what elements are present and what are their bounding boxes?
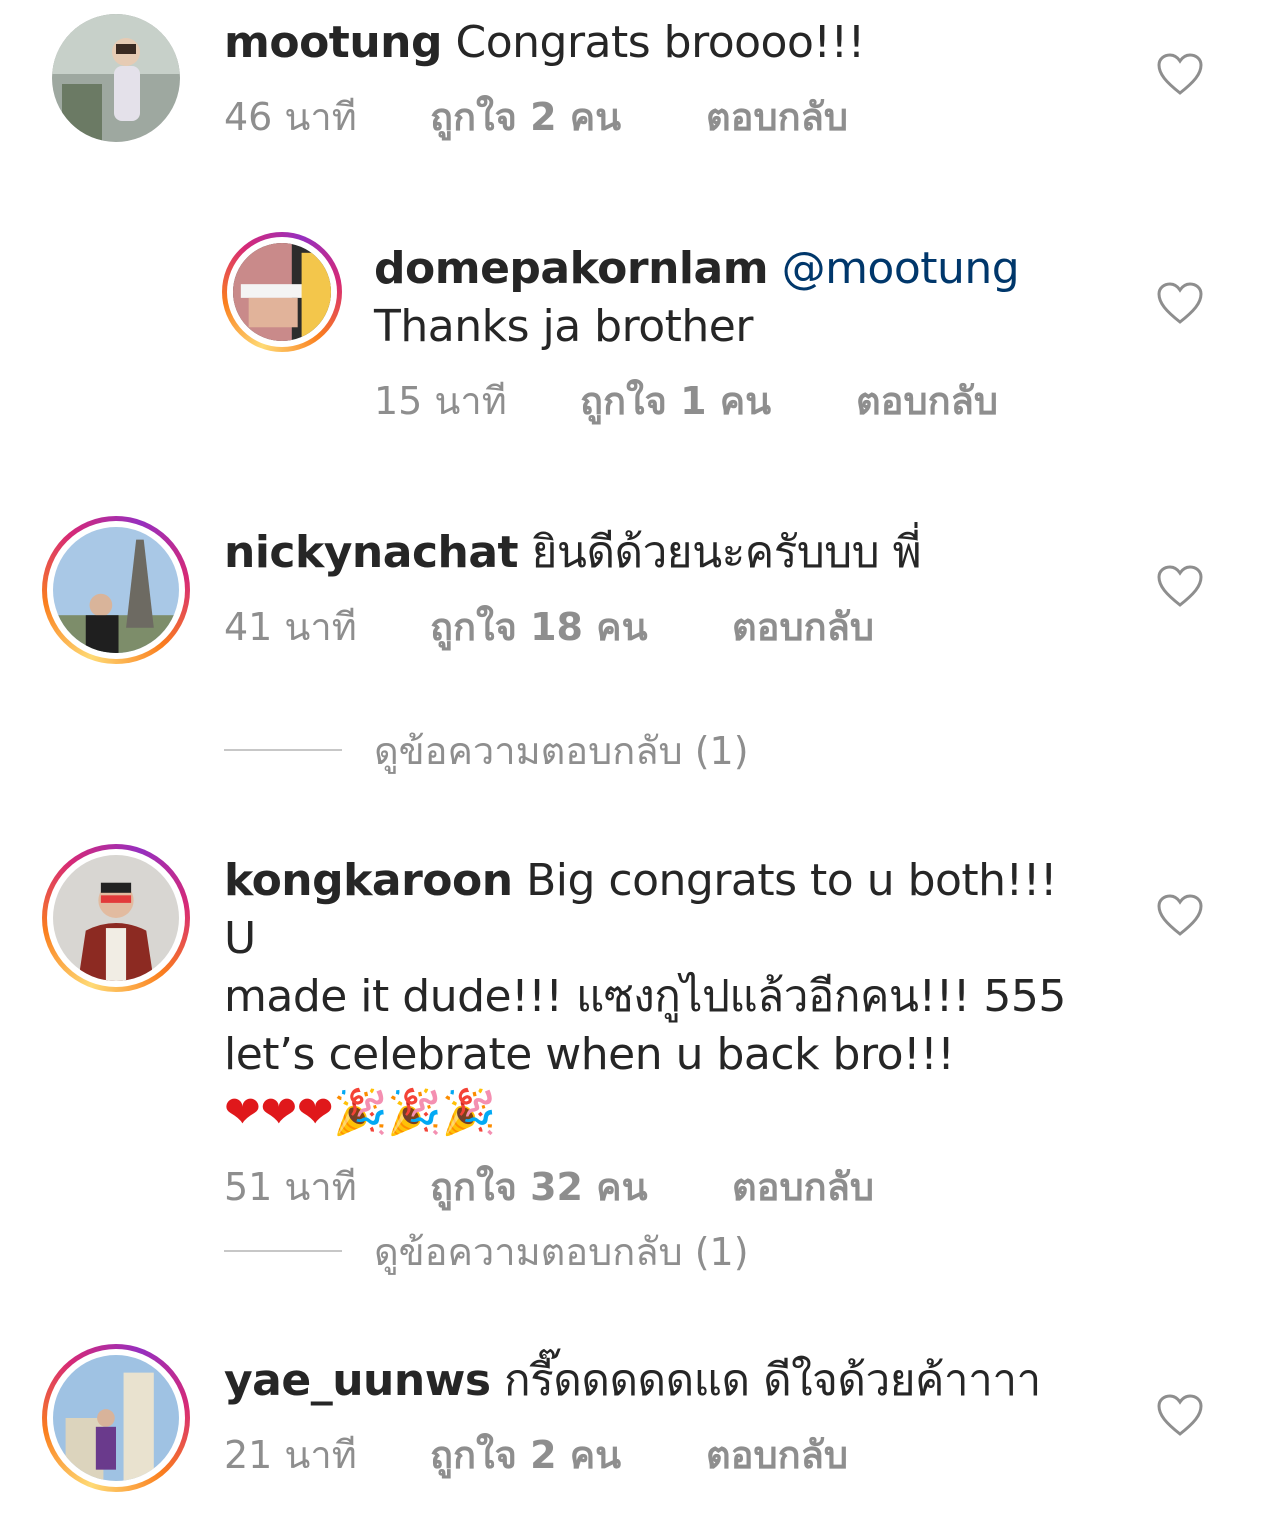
comment-time: 15 นาที — [374, 379, 507, 423]
view-replies-label: ดูข้อความตอบกลับ (1) — [374, 728, 749, 773]
avatar-mootung[interactable] — [52, 14, 180, 142]
comment-text: kongkaroon Big congrats to u both!!! U m… — [224, 852, 1094, 1142]
like-heart-icon[interactable] — [1156, 1393, 1204, 1437]
comment-username[interactable]: nickynachat — [224, 527, 519, 578]
divider-line — [224, 1250, 342, 1252]
reply-button[interactable]: ตอบกลับ — [706, 92, 848, 142]
view-replies-button[interactable]: ดูข้อความตอบกลับ (1) — [224, 720, 924, 780]
avatar-image — [53, 1355, 179, 1481]
comment-message: Thanks ja brother — [374, 301, 753, 352]
reply-button[interactable]: ตอบกลับ — [856, 376, 998, 426]
comment-time: 41 นาที — [224, 605, 357, 649]
comment-meta: 51 นาที ถูกใจ 32 คน ตอบกลับ — [224, 1162, 1094, 1212]
avatar-yae-uunws[interactable] — [42, 1344, 190, 1492]
avatar-nickynachat[interactable] — [42, 516, 190, 664]
comment-message: กรี๊ดดดดดแด ดีใจด้วยค้าาาา — [504, 1355, 1041, 1406]
like-heart-icon[interactable] — [1156, 893, 1204, 937]
comment-emoji: ❤❤❤🎉🎉🎉 — [224, 1087, 496, 1138]
comment-likes[interactable]: ถูกใจ 2 คน — [430, 1430, 706, 1480]
avatar-kongkaroon[interactable] — [42, 844, 190, 992]
comment-likes[interactable]: ถูกใจ 2 คน — [430, 92, 706, 142]
comment-time: 51 นาที — [224, 1165, 357, 1209]
comment-message: Congrats broooo!!! — [455, 17, 865, 68]
reply-button[interactable]: ตอบกลับ — [706, 1430, 848, 1480]
comment-text: domepakornlam @mootung Thanks ja brother — [374, 240, 1094, 356]
avatar-domepakornlam[interactable] — [222, 232, 342, 352]
view-replies-label: ดูข้อความตอบกลับ (1) — [374, 1229, 749, 1274]
comment-message-line2: made it dude!!! แซงกูไปแล้วอีกคน!!! 555 — [224, 971, 1066, 1022]
comment-time: 46 นาที — [224, 95, 357, 139]
comment-meta: 21 นาที ถูกใจ 2 คน ตอบกลับ — [224, 1430, 1094, 1480]
reply-button[interactable]: ตอบกลับ — [732, 1162, 874, 1212]
comment-likes[interactable]: ถูกใจ 1 คน — [580, 376, 856, 426]
comment-meta: 46 นาที ถูกใจ 2 คน ตอบกลับ — [224, 92, 1094, 142]
comment-message: ยินดีด้วยนะครับบบ พี่ — [531, 527, 922, 578]
comment-meta: 15 นาที ถูกใจ 1 คน ตอบกลับ — [374, 376, 1094, 426]
avatar-image — [53, 855, 179, 981]
comment-username[interactable]: domepakornlam — [374, 243, 769, 294]
comment-text: yae_uunws กรี๊ดดดดดแด ดีใจด้วยค้าาาา — [224, 1352, 1094, 1410]
comment-meta: 41 นาที ถูกใจ 18 คน ตอบกลับ — [224, 602, 1094, 652]
reply-button[interactable]: ตอบกลับ — [732, 602, 874, 652]
like-heart-icon[interactable] — [1156, 564, 1204, 608]
avatar-image — [52, 14, 180, 142]
comment-likes[interactable]: ถูกใจ 18 คน — [430, 602, 732, 652]
comment-time: 21 นาที — [224, 1433, 357, 1477]
comment-message-line3: let’s celebrate when u back bro!!! — [224, 1029, 955, 1080]
comment-text: mootung Congrats broooo!!! — [224, 14, 1094, 72]
avatar-image — [233, 243, 331, 341]
divider-line — [224, 749, 342, 751]
comment-username[interactable]: mootung — [224, 17, 442, 68]
comment-mention[interactable]: @mootung — [782, 243, 1020, 294]
comment-username[interactable]: kongkaroon — [224, 855, 513, 906]
like-heart-icon[interactable] — [1156, 52, 1204, 96]
like-heart-icon[interactable] — [1156, 281, 1204, 325]
comment-username[interactable]: yae_uunws — [224, 1355, 491, 1406]
view-replies-button[interactable]: ดูข้อความตอบกลับ (1) — [224, 1221, 924, 1281]
comment-text: nickynachat ยินดีด้วยนะครับบบ พี่ — [224, 524, 1094, 582]
comment-likes[interactable]: ถูกใจ 32 คน — [430, 1162, 732, 1212]
avatar-image — [53, 527, 179, 653]
